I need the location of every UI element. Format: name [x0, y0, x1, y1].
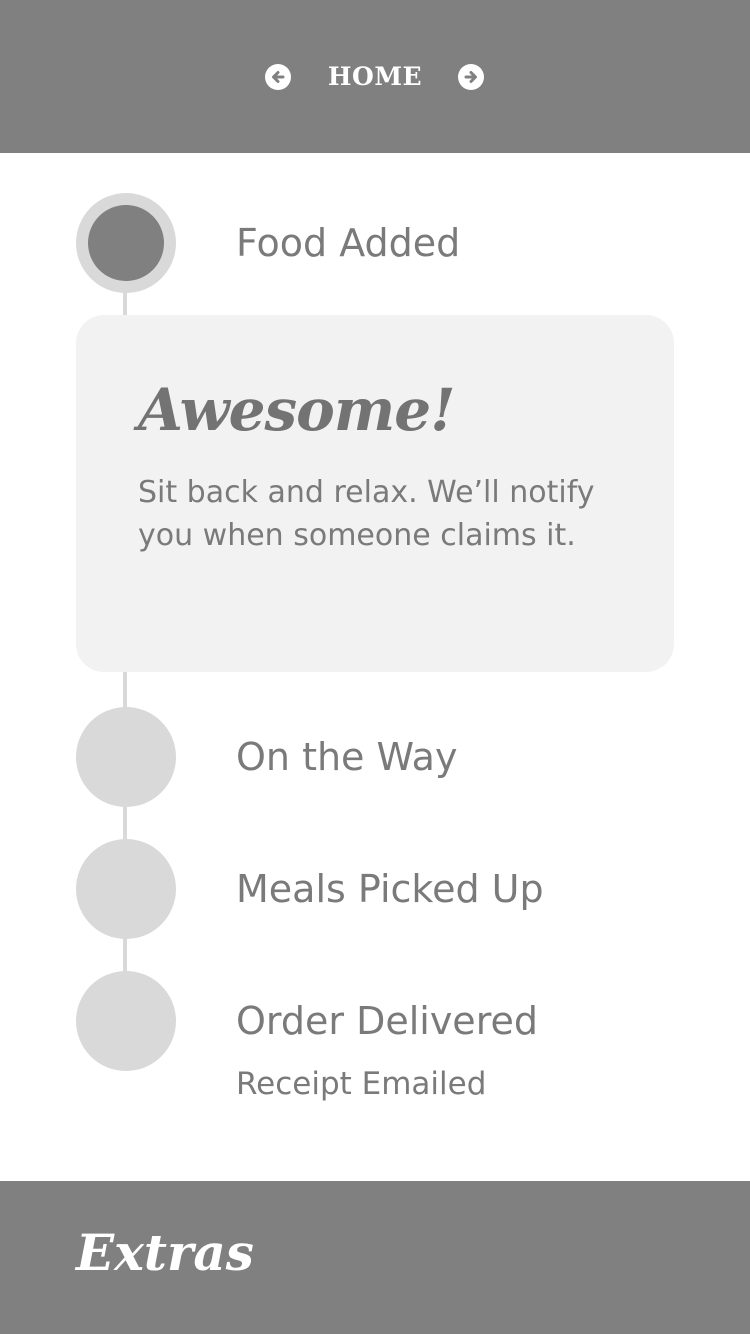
step-label-on-the-way: On the Way	[236, 735, 458, 779]
order-status-screen: HOME Food Added Awesome! Sit back and re…	[0, 0, 750, 1334]
bottom-bar: Extras	[0, 1181, 750, 1334]
step-dot-on-the-way	[76, 707, 176, 807]
step-dot-meals-picked-up	[76, 839, 176, 939]
step-label-food-added: Food Added	[236, 221, 461, 265]
step-label-order-delivered: Order Delivered	[236, 999, 538, 1043]
confirmation-card: Awesome! Sit back and relax. We’ll notif…	[76, 315, 674, 672]
arrow-left-circle-icon	[272, 71, 285, 83]
prev-button[interactable]	[265, 64, 291, 90]
top-nav-bar: HOME	[0, 0, 750, 153]
extras-link[interactable]: Extras	[76, 1221, 254, 1285]
step-dot-order-delivered	[76, 971, 176, 1071]
card-title: Awesome!	[138, 376, 456, 444]
step-label-meals-picked-up: Meals Picked Up	[236, 867, 544, 911]
next-button[interactable]	[458, 64, 484, 90]
card-message: Sit back and relax. We’ll notify you whe…	[138, 475, 595, 553]
page-title: HOME	[327, 62, 423, 91]
arrow-right-circle-icon	[464, 71, 477, 83]
step-dot-food-added	[76, 193, 176, 293]
step-sublabel-receipt-emailed: Receipt Emailed	[236, 1066, 487, 1102]
